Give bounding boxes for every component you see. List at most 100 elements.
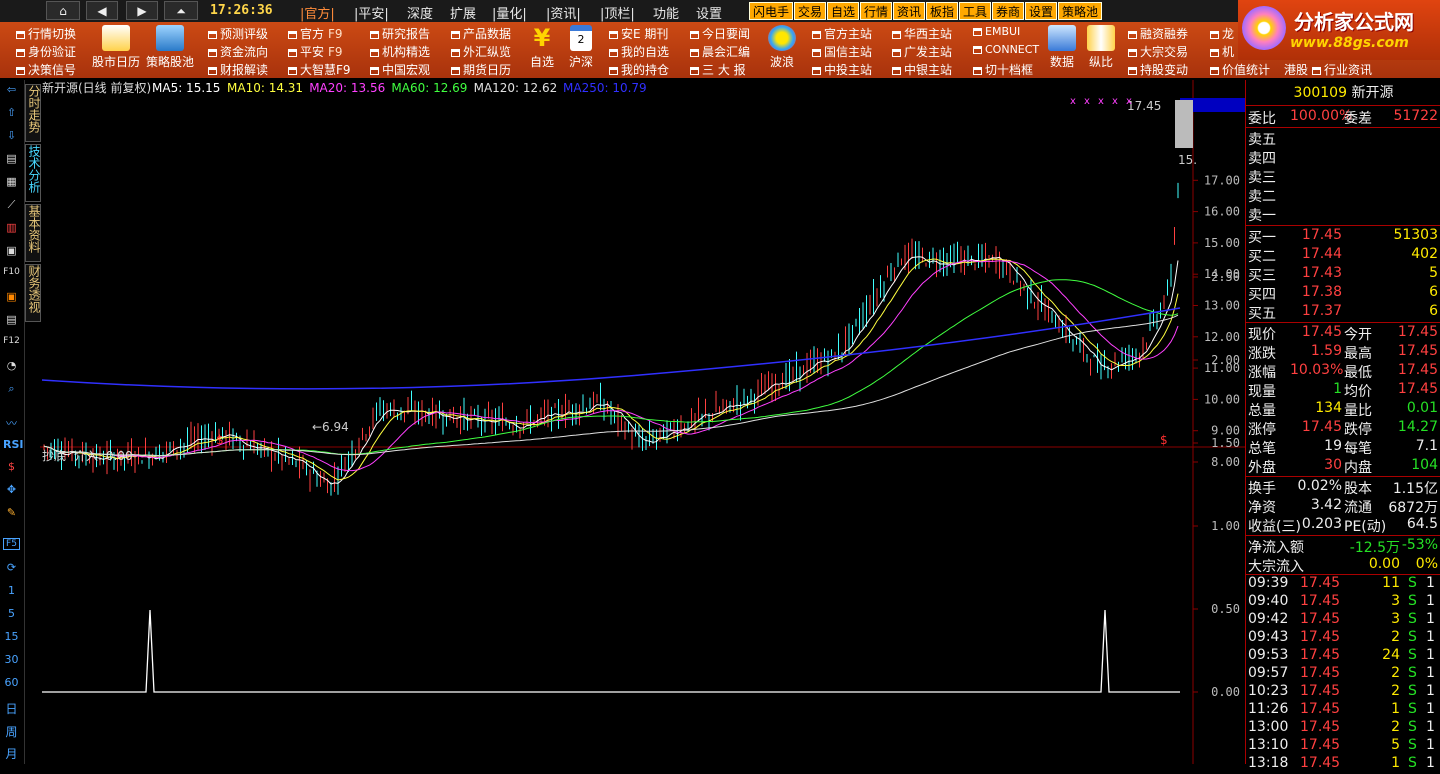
up-icon[interactable]: ⇧	[3, 106, 20, 119]
link-guanfang-f9[interactable]: 官方 F9	[288, 25, 343, 42]
quick-jiaoyi[interactable]: 交易	[794, 2, 827, 20]
link-shenfenyanzheng[interactable]: 身份验证	[16, 43, 76, 60]
quick-quanshang[interactable]: 券商	[992, 2, 1025, 20]
chart-area[interactable]: 17.00 16.00 15.00 14.00 13.00 12.00 11.00 10.00…	[40, 80, 1245, 764]
period-1min[interactable]: 1	[3, 584, 20, 597]
link-dazongjiaoyi[interactable]: 大宗交易	[1128, 43, 1188, 60]
link-zhongyinzhuzhan[interactable]: 中银主站	[892, 61, 952, 78]
btn-hushen[interactable]: 2 沪深	[562, 25, 600, 70]
link-chanpinshuju[interactable]: 产品数据	[451, 25, 511, 42]
f12-icon[interactable]: F12	[3, 336, 20, 346]
pen-icon[interactable]: ✎	[3, 506, 20, 519]
link-long[interactable]: 龙	[1210, 25, 1234, 42]
menu-pingan[interactable]: |平安|	[354, 3, 389, 22]
link-jinriyaowen[interactable]: 今日要闻	[690, 25, 750, 42]
btn-gushirili[interactable]: 股市日历	[90, 25, 142, 70]
link-sandabao[interactable]: 三 大 报	[690, 61, 746, 78]
link-ji[interactable]: 机	[1210, 43, 1234, 60]
link-guangfazhuzhan[interactable]: 广发主站	[892, 43, 952, 60]
quick-banzhi[interactable]: 板指	[926, 2, 959, 20]
refresh-icon[interactable]: ⟳	[3, 561, 20, 574]
link-connect[interactable]: CONNECT	[973, 43, 1039, 56]
link-huaxizhuzhan[interactable]: 华西主站	[892, 25, 952, 42]
period-week[interactable]: 周	[3, 723, 20, 740]
link-yanjiubaogao[interactable]: 研究报告	[370, 25, 430, 42]
btn-zongbi[interactable]: 纵比	[1082, 25, 1120, 70]
back-nav-icon[interactable]: ◀	[86, 1, 118, 20]
link-wodezixuan[interactable]: 我的自选	[609, 43, 669, 60]
menu-kuozhan[interactable]: 扩展	[450, 3, 476, 22]
link-zhongguohongguan[interactable]: 中国宏观	[370, 61, 430, 78]
menu-shezhi[interactable]: 设置	[696, 3, 722, 22]
link-ganggu[interactable]: 港股	[1284, 61, 1308, 78]
link-embui[interactable]: EMBUI	[973, 25, 1020, 38]
bag-icon[interactable]: ▣	[3, 290, 20, 303]
link-qihuorili[interactable]: 期货日历	[451, 61, 511, 78]
quick-shandianshou[interactable]: 闪电手	[749, 2, 794, 20]
period-5min[interactable]: 5	[3, 607, 20, 620]
quick-shezhi[interactable]: 设置	[1025, 2, 1058, 20]
quick-hangqing[interactable]: 行情	[860, 2, 893, 20]
link-anejikan[interactable]: 安E 期刊	[609, 25, 668, 42]
tab-jiben[interactable]: 基本资料	[25, 204, 41, 262]
line-chart-icon[interactable]: ⟋	[3, 198, 20, 212]
report-icon[interactable]: ▤	[3, 313, 20, 326]
rsi-button[interactable]: RSI	[3, 438, 24, 451]
link-jiazhitongji[interactable]: 价值统计	[1210, 61, 1270, 78]
home-icon[interactable]: ⌂	[46, 1, 80, 20]
link-jigoujingxuan[interactable]: 机构精选	[370, 43, 430, 60]
kline-icon[interactable]: ▥	[3, 221, 20, 234]
menu-shendu[interactable]: 深度	[407, 3, 433, 22]
period-15min[interactable]: 15	[3, 630, 20, 643]
btn-bolang[interactable]: 波浪	[762, 25, 802, 70]
period-60min[interactable]: 60	[3, 676, 20, 689]
menu-zixun[interactable]: |资讯|	[546, 3, 581, 22]
btn-shuju[interactable]: 数据	[1043, 25, 1081, 70]
link-zijinliuxiang[interactable]: 资金流向	[208, 43, 268, 60]
tab-fenshi[interactable]: 分时走势	[25, 84, 41, 142]
grid-icon[interactable]: ▦	[3, 175, 20, 188]
link-chenhuihuibian[interactable]: 晨会汇编	[690, 43, 750, 60]
link-juecexinhao[interactable]: 决策信号	[16, 61, 76, 78]
link-caibaojiedu[interactable]: 财报解读	[208, 61, 268, 78]
period-day[interactable]: 日	[3, 700, 20, 717]
btn-zixuan[interactable]: ¥ 自选	[523, 25, 561, 70]
menu-lianghua[interactable]: |量化|	[492, 3, 527, 22]
menu-guanfang[interactable]: |官方|	[300, 3, 335, 22]
link-hangqingqiehuan[interactable]: 行情切换	[16, 25, 76, 42]
f10-icon[interactable]: F10	[3, 267, 20, 277]
quick-zixuan[interactable]: 自选	[827, 2, 860, 20]
btn-celuegu[interactable]: 策略股池	[144, 25, 196, 70]
link-zhongtouzhuzhan[interactable]: 中投主站	[812, 61, 872, 78]
period-month[interactable]: 月	[3, 745, 20, 762]
wave-icon[interactable]: 〰	[3, 415, 20, 431]
link-guoxinzhuzhan[interactable]: 国信主站	[812, 43, 872, 60]
move-icon[interactable]: ✥	[3, 483, 20, 496]
quick-gongju[interactable]: 工具	[959, 2, 992, 20]
period-30min[interactable]: 30	[3, 653, 20, 666]
forward-nav-icon[interactable]: ▶	[126, 1, 158, 20]
link-qieshidangkuang[interactable]: 切十档框	[973, 61, 1033, 78]
menu-dinglan[interactable]: |顶栏|	[600, 3, 635, 22]
link-hangyezixun[interactable]: 行业资讯	[1312, 61, 1372, 78]
search-icon[interactable]: ⌕	[3, 382, 20, 396]
link-dazhihui-f9[interactable]: 大智慧F9	[288, 61, 351, 78]
back-icon[interactable]: ⇦	[3, 83, 20, 96]
quick-zixun[interactable]: 资讯	[893, 2, 926, 20]
collapse-icon[interactable]: ⏶	[164, 1, 198, 20]
quick-celuechi[interactable]: 策略池	[1058, 2, 1103, 20]
pie-icon[interactable]: ◔	[3, 359, 20, 372]
link-rongzirongquan[interactable]: 融资融券	[1128, 25, 1188, 42]
f5-button[interactable]: F5	[3, 538, 20, 550]
tab-jishu[interactable]: 技术分析	[25, 144, 41, 202]
down-icon[interactable]: ⇩	[3, 129, 20, 142]
link-pingan-f9[interactable]: 平安 F9	[288, 43, 343, 60]
link-waihuizonglan[interactable]: 外汇纵览	[451, 43, 511, 60]
tab-caiwu[interactable]: 财务透视	[25, 264, 41, 322]
link-yucepingji[interactable]: 预测评级	[208, 25, 268, 42]
dollar-icon[interactable]: $	[3, 460, 20, 473]
link-chigubiandong[interactable]: 持股变动	[1128, 61, 1188, 78]
doc-icon[interactable]: ▣	[3, 244, 20, 257]
link-guanfangzhuzhan[interactable]: 官方主站	[812, 25, 872, 42]
kline-chart[interactable]: 17.0016.0015.0014.0013.0012.0011.0010.00…	[40, 80, 1245, 764]
